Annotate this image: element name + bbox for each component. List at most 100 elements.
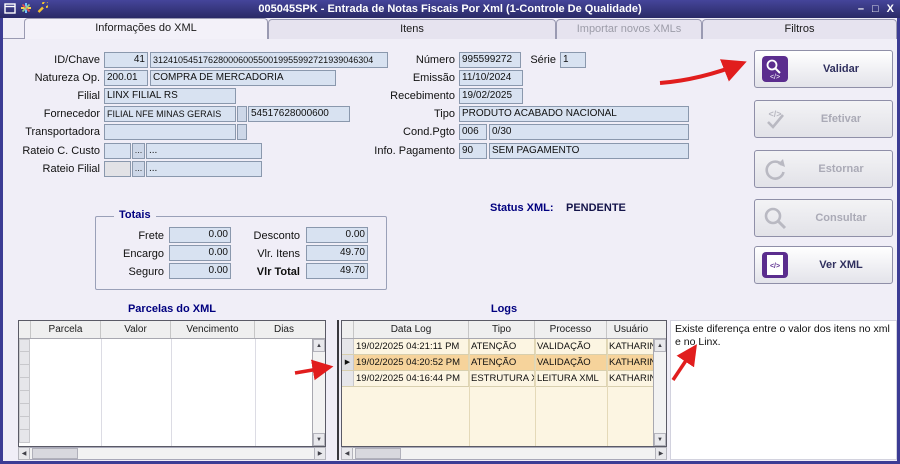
logs-grid: Data Log Tipo Processo Usuário 19/02/202… [341, 320, 667, 447]
scroll-right-icon[interactable]: ▶ [655, 447, 667, 460]
parcelas-vscrollbar[interactable]: ▲ ▼ [312, 339, 325, 446]
logs-col-processo[interactable]: Processo [535, 321, 607, 338]
rateio-filial-desc-field[interactable]: ... [146, 161, 262, 177]
maximize-button[interactable]: □ [872, 3, 879, 15]
filial-field[interactable]: LINX FILIAL RS [104, 88, 236, 104]
scroll-down-icon[interactable]: ▼ [313, 433, 325, 446]
scroll-left-icon[interactable]: ◀ [18, 447, 30, 460]
parcelas-col-parcela[interactable]: Parcela [31, 321, 101, 338]
seguro-label: Seguro [128, 266, 164, 278]
totais-title: Totais [114, 209, 156, 221]
chave-field[interactable]: 3124105451762800060055001995599272193904… [150, 52, 388, 68]
cond-pgto-code-field[interactable]: 006 [459, 124, 487, 140]
tipo-field[interactable]: PRODUTO ACABADO NACIONAL [459, 106, 689, 122]
grid-line [607, 339, 608, 446]
frete-label: Frete [138, 230, 164, 242]
minimize-button[interactable]: – [858, 3, 864, 15]
scroll-up-icon[interactable]: ▲ [654, 339, 666, 352]
encargo-label: Encargo [123, 248, 164, 260]
encargo-field[interactable]: 0.00 [169, 245, 231, 261]
log-cell-processo: LEITURA XML [535, 371, 607, 386]
window-controls: – □ X [858, 0, 894, 18]
parcelas-indicator-column [19, 339, 31, 446]
log-cell-data: 19/02/2025 04:21:11 PM [354, 339, 469, 354]
scroll-up-icon[interactable]: ▲ [313, 339, 325, 352]
consultar-button-label: Consultar [815, 212, 867, 224]
efetivar-button-label: Efetivar [820, 113, 862, 125]
serie-label: Série [530, 54, 556, 66]
row-indicator-cell [19, 352, 30, 365]
cond-pgto-desc-field[interactable]: 0/30 [489, 124, 689, 140]
natureza-desc-field[interactable]: COMPRA DE MERCADORIA [150, 70, 336, 86]
rateio-filial-field[interactable] [104, 161, 131, 177]
arrow-to-validar [659, 59, 747, 85]
xml-document-icon: </> [760, 250, 790, 280]
ver-xml-button-label: Ver XML [819, 259, 863, 271]
close-button[interactable]: X [887, 3, 894, 15]
seguro-field[interactable]: 0.00 [169, 263, 231, 279]
consultar-button: Consultar [754, 199, 893, 237]
parcelas-col-dias[interactable]: Dias [255, 321, 313, 338]
numero-field[interactable]: 995599272 [459, 52, 521, 68]
info-pagamento-desc-field[interactable]: SEM PAGAMENTO [489, 143, 689, 159]
tab-filtros[interactable]: Filtros [702, 19, 897, 39]
transportadora-label: Transportadora [25, 126, 100, 138]
validate-icon: </> [760, 54, 790, 84]
id-field[interactable]: 41 [104, 52, 148, 68]
scrollbar-thumb[interactable] [32, 448, 78, 459]
svg-text:</>: </> [770, 74, 780, 81]
rateio-filial-browse-button[interactable]: ... [132, 161, 145, 177]
scroll-right-icon[interactable]: ▶ [314, 447, 326, 460]
logs-vscrollbar[interactable]: ▲ ▼ [653, 339, 666, 446]
transportadora-field[interactable] [104, 124, 236, 140]
status-xml-value: PENDENTE [566, 202, 626, 214]
emissao-field[interactable]: 11/10/2024 [459, 70, 523, 86]
serie-field[interactable]: 1 [560, 52, 586, 68]
logs-col-usuario[interactable]: Usuário [607, 321, 655, 338]
parcelas-hscrollbar[interactable]: ◀ ▶ [18, 447, 326, 460]
desconto-field[interactable]: 0.00 [306, 227, 368, 243]
panel-divider [337, 320, 339, 460]
parcelas-body [19, 339, 312, 446]
scroll-down-icon[interactable]: ▼ [654, 433, 666, 446]
recebimento-field[interactable]: 19/02/2025 [459, 88, 523, 104]
vlr-itens-label: Vlr. Itens [257, 248, 300, 260]
scroll-left-icon[interactable]: ◀ [341, 447, 353, 460]
selected-row-indicator: ▶ [342, 355, 354, 370]
window-border [0, 18, 3, 464]
parcelas-col-vencimento[interactable]: Vencimento [171, 321, 255, 338]
vlr-itens-field[interactable]: 49.70 [306, 245, 368, 261]
fornecedor-browse-button[interactable] [237, 106, 247, 122]
row-indicator-cell [19, 417, 30, 430]
ver-xml-button[interactable]: </> Ver XML [754, 246, 893, 284]
rateio-custo-field[interactable] [104, 143, 131, 159]
row-indicator-cell [19, 339, 30, 352]
tab-informacoes-xml[interactable]: Informações do XML [24, 18, 268, 39]
fornecedor-cnpj-field[interactable]: 54517628000600 [248, 106, 350, 122]
row-indicator [342, 371, 354, 386]
parcelas-title: Parcelas do XML [127, 303, 217, 315]
tab-itens[interactable]: Itens [268, 19, 556, 39]
logs-col-data[interactable]: Data Log [354, 321, 469, 338]
row-indicator [342, 339, 354, 354]
vlr-total-field[interactable]: 49.70 [306, 263, 368, 279]
fornecedor-field[interactable]: FILIAL NFE MINAS GERAIS [104, 106, 236, 122]
validar-button[interactable]: </> Validar [754, 50, 893, 88]
row-indicator-cell [19, 391, 30, 404]
scrollbar-thumb[interactable] [355, 448, 401, 459]
app-window: 005045SPK - Entrada de Notas Fiscais Por… [0, 0, 900, 464]
logs-hscrollbar[interactable]: ◀ ▶ [341, 447, 667, 460]
rateio-filial-label: Rateio Filial [42, 163, 100, 175]
status-xml-label: Status XML: [490, 202, 554, 214]
parcelas-col-valor[interactable]: Valor [101, 321, 171, 338]
natureza-code-field[interactable]: 200.01 [104, 70, 148, 86]
parcelas-header-row: Parcela Valor Vencimento Dias [19, 321, 325, 339]
rateio-custo-desc-field[interactable]: ... [146, 143, 262, 159]
info-pagamento-code-field[interactable]: 90 [459, 143, 487, 159]
transportadora-browse-button[interactable] [237, 124, 247, 140]
logs-title: Logs [490, 303, 518, 315]
row-indicator-cell [19, 404, 30, 417]
rateio-custo-browse-button[interactable]: ... [132, 143, 145, 159]
frete-field[interactable]: 0.00 [169, 227, 231, 243]
logs-col-tipo[interactable]: Tipo [469, 321, 535, 338]
